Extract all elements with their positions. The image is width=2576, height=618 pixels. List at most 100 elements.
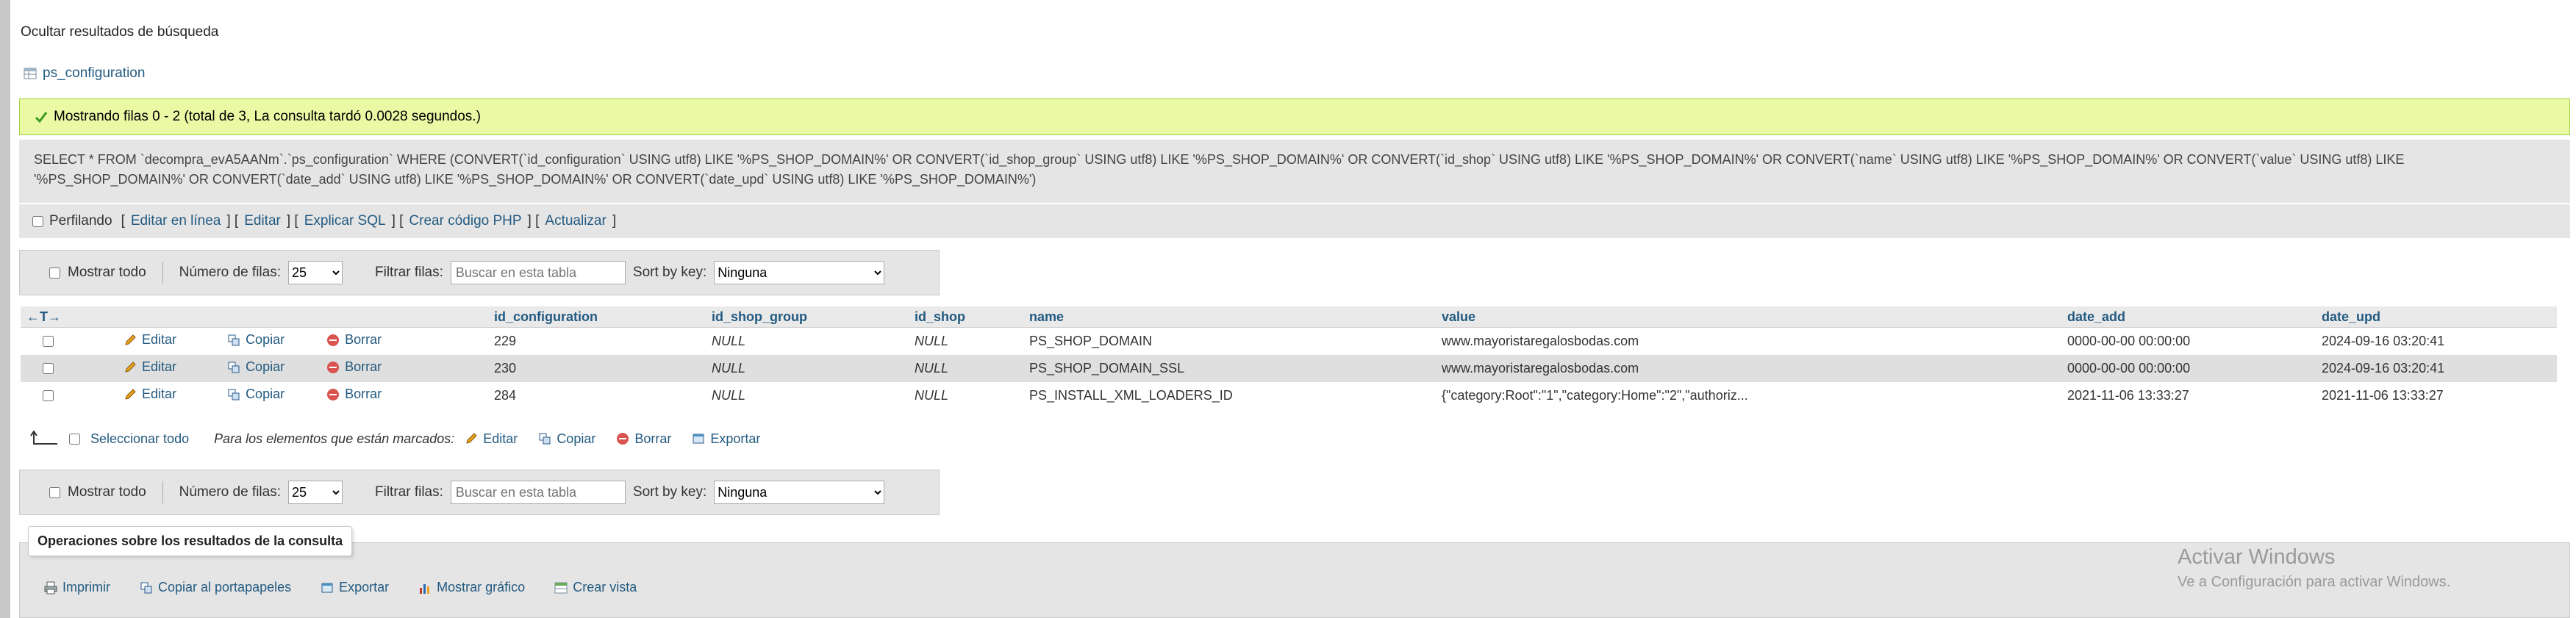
- cell-id-configuration[interactable]: 229: [488, 327, 706, 355]
- print-button[interactable]: Imprimir: [44, 580, 110, 595]
- sql-line-1: SELECT * FROM `decompra_evA5AANm`.`ps_co…: [34, 152, 2405, 167]
- cell-id-shop[interactable]: NULL: [909, 327, 1023, 355]
- cell-date-add[interactable]: 0000-00-00 00:00:00: [2061, 327, 2316, 355]
- edit-inline-link[interactable]: Editar en línea: [131, 213, 221, 229]
- create-view-button[interactable]: Crear vista: [554, 580, 637, 595]
- select-all-link[interactable]: Seleccionar todo: [90, 431, 189, 447]
- profiling-checkbox[interactable]: [32, 215, 43, 227]
- select-all-checkbox[interactable]: [69, 433, 80, 445]
- row-checkbox[interactable]: [43, 362, 54, 374]
- show-all-checkbox-top[interactable]: [49, 267, 60, 279]
- show-all-checkbox-bottom[interactable]: [49, 486, 60, 498]
- cell-value[interactable]: www.mayoristaregalosbodas.com: [1436, 355, 2061, 382]
- filter-rows-input-top[interactable]: [450, 261, 626, 284]
- create-php-code-link[interactable]: Crear código PHP: [409, 213, 521, 229]
- rows-count-label: Número de filas:: [179, 265, 281, 280]
- divider: [162, 481, 163, 503]
- filter-rows-label: Filtrar filas:: [375, 265, 443, 280]
- table-row: Editar Copiar Borrar 230 NULL NULL PS_SH…: [21, 355, 2557, 382]
- delete-icon: [327, 361, 340, 373]
- cell-id-shop-group[interactable]: NULL: [706, 355, 909, 382]
- explain-sql-link[interactable]: Explicar SQL: [304, 213, 386, 229]
- cell-name[interactable]: PS_SHOP_DOMAIN: [1023, 327, 1436, 355]
- sort-by-key-select-top[interactable]: Ninguna: [714, 261, 885, 284]
- column-arrows-icon[interactable]: ←T→: [26, 309, 61, 324]
- column-options-header[interactable]: ←T→: [21, 306, 488, 328]
- cell-name[interactable]: PS_SHOP_DOMAIN_SSL: [1023, 355, 1436, 382]
- left-scrollbar[interactable]: [0, 0, 10, 618]
- table-navigation-bottom: Mostrar todo Número de filas: 25 Filtrar…: [19, 470, 940, 515]
- copy-to-clipboard-button[interactable]: Copiar al portapapeles: [140, 580, 291, 595]
- edit-row-button[interactable]: Editar: [124, 387, 176, 402]
- bulk-copy-button[interactable]: Copiar: [538, 431, 595, 447]
- edit-query-link[interactable]: Editar: [244, 213, 281, 229]
- cell-date-add[interactable]: 2021-11-06 13:33:27: [2061, 382, 2316, 409]
- pencil-icon: [125, 334, 136, 345]
- header-value[interactable]: value: [1436, 306, 2061, 328]
- query-operations-links: Imprimir Copiar al portapapeles Exportar…: [44, 580, 637, 595]
- header-id-configuration[interactable]: id_configuration: [488, 306, 706, 328]
- export-button[interactable]: Exportar: [321, 580, 389, 595]
- copy-row-button[interactable]: Copiar: [227, 387, 285, 402]
- row-actions: Editar Copiar Borrar: [21, 382, 488, 409]
- row-checkbox[interactable]: [43, 335, 54, 347]
- delete-row-button[interactable]: Borrar: [326, 332, 382, 348]
- delete-row-button[interactable]: Borrar: [326, 359, 382, 375]
- filter-rows-label: Filtrar filas:: [375, 484, 443, 500]
- show-all-label: Mostrar todo: [68, 484, 146, 500]
- row-actions: Editar Copiar Borrar: [21, 327, 488, 355]
- header-name[interactable]: name: [1023, 306, 1436, 328]
- delete-icon: [617, 433, 629, 445]
- table-breadcrumb[interactable]: ps_configuration: [24, 65, 145, 82]
- row-checkbox[interactable]: [43, 389, 54, 401]
- table-navigation-top: Mostrar todo Número de filas: 25 Filtrar…: [19, 250, 940, 295]
- watermark-title: Activar Windows: [2178, 545, 2336, 569]
- cell-date-upd[interactable]: 2021-11-06 13:33:27: [2316, 382, 2557, 409]
- copy-icon: [228, 334, 240, 346]
- cell-value[interactable]: {"category:Root":"1","category:Home":"2"…: [1436, 382, 2061, 409]
- edit-row-button[interactable]: Editar: [124, 332, 176, 348]
- cell-id-configuration[interactable]: 284: [488, 382, 706, 409]
- bulk-delete-button[interactable]: Borrar: [616, 431, 671, 447]
- refresh-link[interactable]: Actualizar: [545, 213, 606, 229]
- cell-id-shop[interactable]: NULL: [909, 382, 1023, 409]
- header-date-add[interactable]: date_add: [2061, 306, 2316, 328]
- export-icon: [693, 434, 704, 444]
- delete-icon: [327, 334, 340, 346]
- cell-id-shop-group[interactable]: NULL: [706, 382, 909, 409]
- cell-id-shop-group[interactable]: NULL: [706, 327, 909, 355]
- edit-row-button[interactable]: Editar: [124, 359, 176, 375]
- with-selected-bar: Seleccionar todo Para los elementos que …: [29, 431, 760, 447]
- bulk-export-button[interactable]: Exportar: [692, 431, 760, 447]
- view-icon: [554, 582, 568, 593]
- copy-row-button[interactable]: Copiar: [227, 359, 285, 375]
- delete-icon: [327, 388, 340, 400]
- table-name-link[interactable]: ps_configuration: [43, 65, 145, 82]
- cell-id-shop[interactable]: NULL: [909, 355, 1023, 382]
- cell-name[interactable]: PS_INSTALL_XML_LOADERS_ID: [1023, 382, 1436, 409]
- cell-date-add[interactable]: 0000-00-00 00:00:00: [2061, 355, 2316, 382]
- sort-by-key-select-bottom[interactable]: Ninguna: [714, 481, 885, 504]
- header-date-upd[interactable]: date_upd: [2316, 306, 2557, 328]
- cell-id-configuration[interactable]: 230: [488, 355, 706, 382]
- sql-line-2: '%PS_SHOP_DOMAIN%' OR CONVERT(`date_add`…: [34, 172, 1037, 187]
- rows-count-label: Número de filas:: [179, 484, 281, 500]
- cell-value[interactable]: www.mayoristaregalosbodas.com: [1436, 327, 2061, 355]
- cell-date-upd[interactable]: 2024-09-16 03:20:41: [2316, 355, 2557, 382]
- rows-count-select-bottom[interactable]: 25: [288, 481, 343, 504]
- header-id-shop-group[interactable]: id_shop_group: [706, 306, 909, 328]
- filter-rows-input-bottom[interactable]: [450, 481, 626, 504]
- rows-count-select-top[interactable]: 25: [288, 261, 343, 284]
- pencil-icon: [125, 389, 136, 400]
- header-id-shop[interactable]: id_shop: [909, 306, 1023, 328]
- cell-date-upd[interactable]: 2024-09-16 03:20:41: [2316, 327, 2557, 355]
- sql-query-box: SELECT * FROM `decompra_evA5AANm`.`ps_co…: [19, 140, 2570, 203]
- pencil-icon: [466, 433, 477, 444]
- copy-row-button[interactable]: Copiar: [227, 332, 285, 348]
- pencil-icon: [125, 362, 136, 373]
- hide-search-results-link[interactable]: Ocultar resultados de búsqueda: [21, 24, 218, 40]
- bulk-edit-button[interactable]: Editar: [465, 431, 518, 447]
- delete-row-button[interactable]: Borrar: [326, 387, 382, 402]
- copy-icon: [539, 433, 551, 445]
- display-chart-button[interactable]: Mostrar gráfico: [418, 580, 525, 595]
